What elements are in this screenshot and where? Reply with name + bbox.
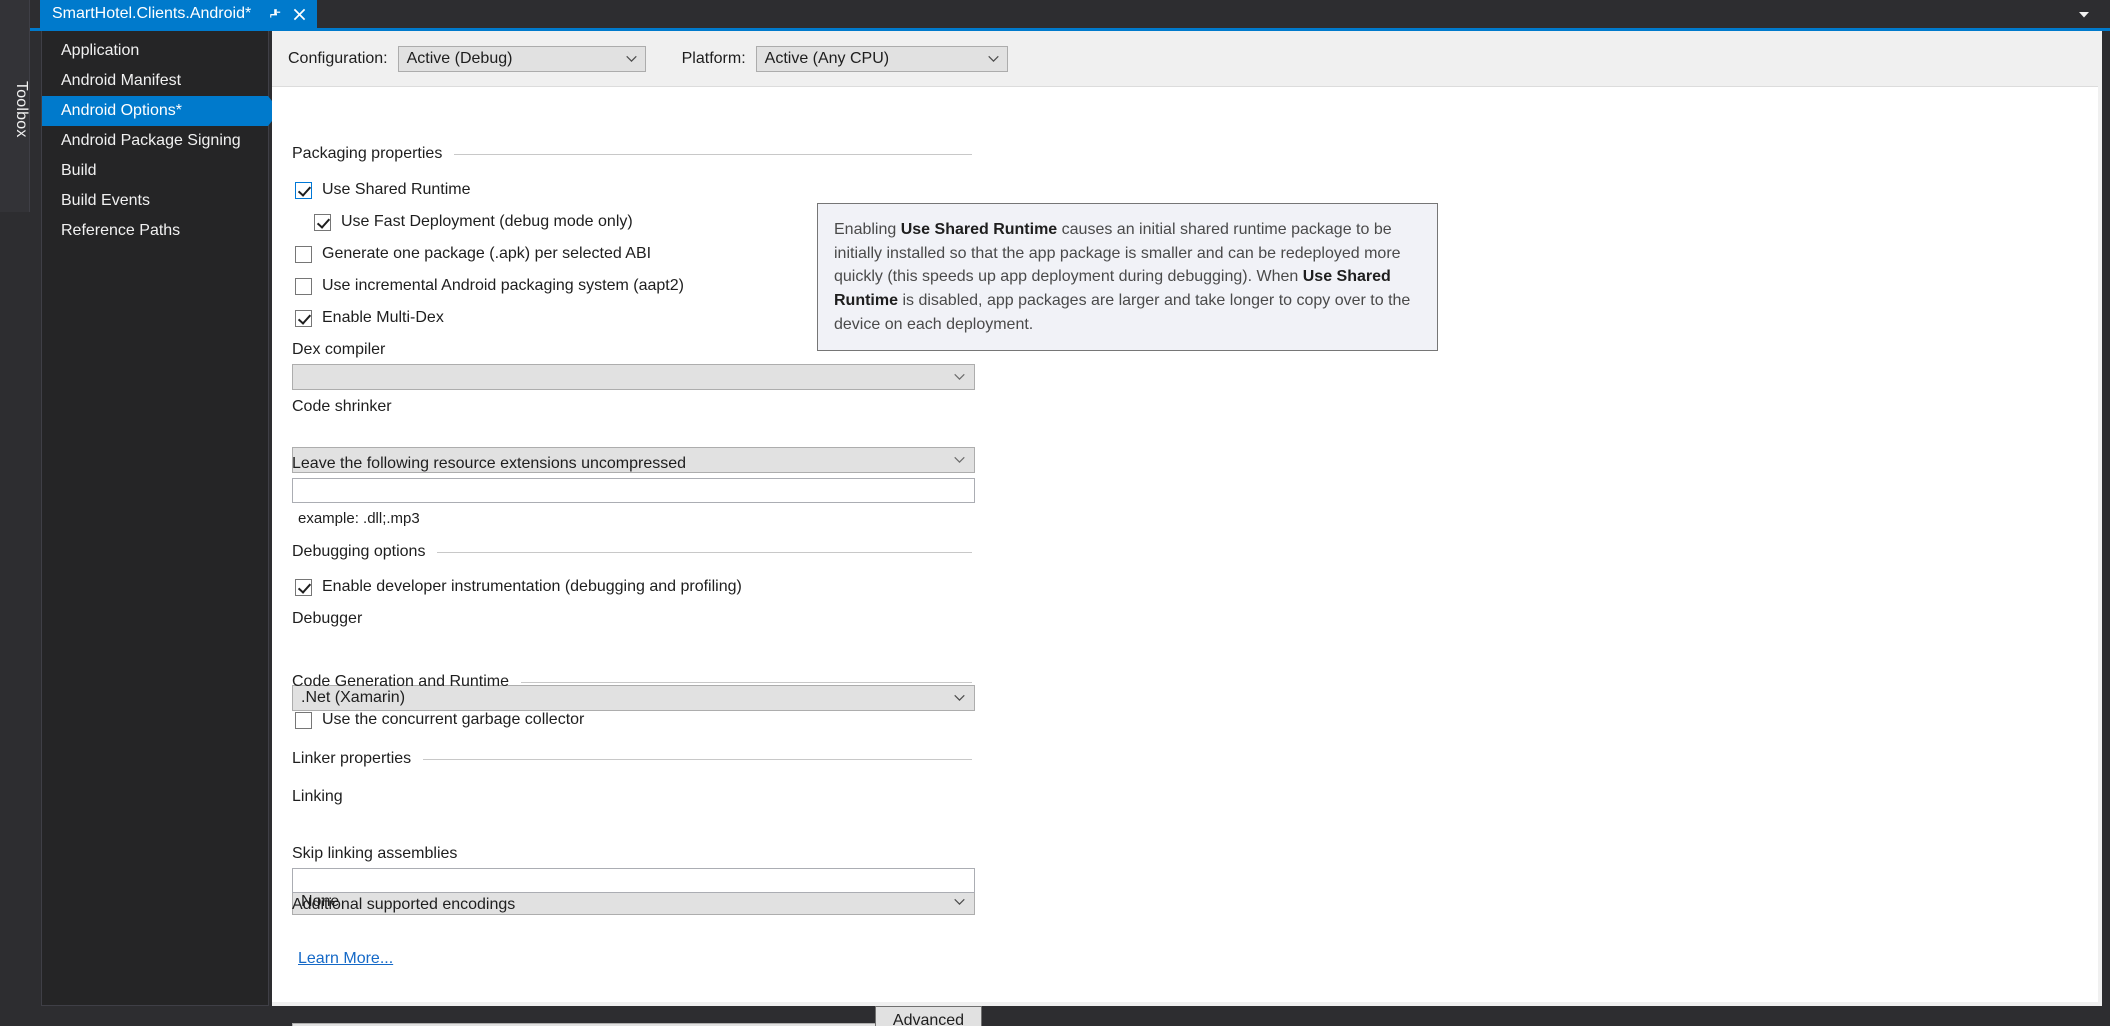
group-rule xyxy=(521,681,972,683)
configuration-dropdown[interactable]: Active (Debug) xyxy=(397,45,646,72)
sidebar-item-android-package-signing[interactable]: Android Package Signing xyxy=(42,126,268,156)
tab-overflow-chevron-down-icon[interactable] xyxy=(2076,8,2092,20)
skip-linking-assemblies-input[interactable] xyxy=(292,868,975,893)
group-rule xyxy=(423,758,972,760)
sidebar-item-build-events[interactable]: Build Events xyxy=(42,186,268,216)
checkbox-box[interactable] xyxy=(295,181,312,199)
chevron-down-icon xyxy=(954,373,965,381)
sidebar-item-android-manifest[interactable]: Android Manifest xyxy=(42,66,268,96)
checkbox-generate-one-package-per-abi[interactable]: Generate one package (.apk) per selected… xyxy=(295,245,651,263)
sidebar-item-label: Android Options* xyxy=(61,102,182,119)
checkbox-label: Use incremental Android packaging system… xyxy=(322,277,684,294)
label-uncompressed-extensions: Leave the following resource extensions … xyxy=(292,455,687,472)
checkbox-box[interactable] xyxy=(295,277,312,295)
uncompressed-extensions-input[interactable] xyxy=(292,478,975,503)
group-debugging-options: Debugging options xyxy=(292,543,972,561)
sidebar-item-label: Android Package Signing xyxy=(61,132,241,149)
sidebar-item-label: Build Events xyxy=(61,192,150,209)
document-tab-android-options[interactable]: SmartHotel.Clients.Android* xyxy=(40,0,318,28)
pin-icon[interactable] xyxy=(265,2,285,26)
group-title: Linker properties xyxy=(292,750,412,767)
label-debugger: Debugger xyxy=(292,610,363,627)
group-linker-properties: Linker properties xyxy=(292,750,972,768)
group-title: Packaging properties xyxy=(292,145,443,162)
learn-more-link[interactable]: Learn More... xyxy=(298,950,393,968)
checkbox-label: Use Fast Deployment (debug mode only) xyxy=(341,213,633,230)
checkbox-use-shared-runtime[interactable]: Use Shared Runtime xyxy=(295,181,471,199)
checkbox-label: Enable developer instrumentation (debugg… xyxy=(322,578,742,595)
sidebar-item-reference-paths[interactable]: Reference Paths xyxy=(42,216,268,246)
group-title: Debugging options xyxy=(292,543,426,560)
toolbox-label: Toolbox xyxy=(13,80,30,138)
checkbox-label: Use the concurrent garbage collector xyxy=(322,711,585,728)
configuration-value: Active (Debug) xyxy=(406,49,513,67)
checkbox-box[interactable] xyxy=(295,578,312,596)
property-category-list: Application Android Manifest Android Opt… xyxy=(41,31,280,1006)
sidebar-item-label: Android Manifest xyxy=(61,72,182,89)
debugger-value: .Net (Xamarin) xyxy=(301,689,406,706)
group-rule xyxy=(454,153,972,155)
label-additional-supported-encodings: Additional supported encodings xyxy=(292,896,516,913)
android-options-panel: Configuration: Active (Debug) Platform: … xyxy=(272,31,2102,1026)
checkbox-label: Use Shared Runtime xyxy=(322,181,471,198)
sidebar-item-label: Reference Paths xyxy=(61,222,181,239)
checkbox-box[interactable] xyxy=(295,309,312,327)
checkbox-use-fast-deployment[interactable]: Use Fast Deployment (debug mode only) xyxy=(314,213,633,231)
configuration-bar: Configuration: Active (Debug) Platform: … xyxy=(272,31,2102,86)
tooltip-use-shared-runtime: Enabling Use Shared Runtime causes an in… xyxy=(817,203,1438,352)
sidebar-item-build[interactable]: Build xyxy=(42,156,268,186)
group-code-generation-and-runtime: Code Generation and Runtime xyxy=(292,673,972,691)
chevron-down-icon xyxy=(954,898,965,906)
sidebar-item-label: Build xyxy=(61,162,97,179)
hint-uncompressed-example: example: .dll;.mp3 xyxy=(298,510,420,527)
dex-compiler-dropdown[interactable] xyxy=(292,364,975,390)
checkbox-enable-multi-dex[interactable]: Enable Multi-Dex xyxy=(295,309,444,327)
group-title: Code Generation and Runtime xyxy=(292,673,510,690)
checkbox-box[interactable] xyxy=(314,213,331,231)
checkbox-box[interactable] xyxy=(295,245,312,263)
configuration-label: Configuration: xyxy=(288,49,388,67)
label-dex-compiler: Dex compiler xyxy=(292,341,386,358)
label-linking: Linking xyxy=(292,788,343,805)
platform-dropdown[interactable]: Active (Any CPU) xyxy=(755,45,1008,72)
checkbox-use-concurrent-gc[interactable]: Use the concurrent garbage collector xyxy=(295,711,584,729)
platform-label: Platform: xyxy=(681,49,746,67)
advanced-button[interactable]: Advanced xyxy=(875,1006,982,1026)
sidebar-item-application[interactable]: Application xyxy=(42,36,268,66)
label-skip-linking-assemblies: Skip linking assemblies xyxy=(292,845,458,862)
chevron-down-icon xyxy=(625,55,637,62)
sidebar-item-android-options[interactable]: Android Options* xyxy=(42,96,280,126)
checkbox-use-incremental-android-packaging[interactable]: Use incremental Android packaging system… xyxy=(295,277,684,295)
group-packaging-properties: Packaging properties xyxy=(292,145,972,163)
chevron-down-icon xyxy=(954,456,965,464)
platform-value: Active (Any CPU) xyxy=(764,49,890,67)
checkbox-enable-developer-instrumentation[interactable]: Enable developer instrumentation (debugg… xyxy=(295,578,742,596)
document-tab-title: SmartHotel.Clients.Android* xyxy=(52,5,252,22)
checkbox-box[interactable] xyxy=(295,711,312,729)
label-code-shrinker: Code shrinker xyxy=(292,398,392,415)
document-tab-row: SmartHotel.Clients.Android* xyxy=(30,0,2110,28)
sidebar-item-label: Application xyxy=(61,42,140,59)
group-rule xyxy=(437,551,972,553)
chevron-down-icon xyxy=(987,55,999,62)
tooltip-text: Enabling Use Shared Runtime causes an in… xyxy=(834,221,1411,333)
toolbox-strip[interactable]: Toolbox xyxy=(0,0,30,212)
checkbox-label: Generate one package (.apk) per selected… xyxy=(322,245,652,262)
checkbox-label: Enable Multi-Dex xyxy=(322,309,444,326)
close-icon[interactable] xyxy=(289,2,309,26)
chevron-down-icon xyxy=(954,694,965,702)
visual-studio-window: Toolbox SmartHotel.Clients.Android* Appl… xyxy=(0,0,2110,1026)
